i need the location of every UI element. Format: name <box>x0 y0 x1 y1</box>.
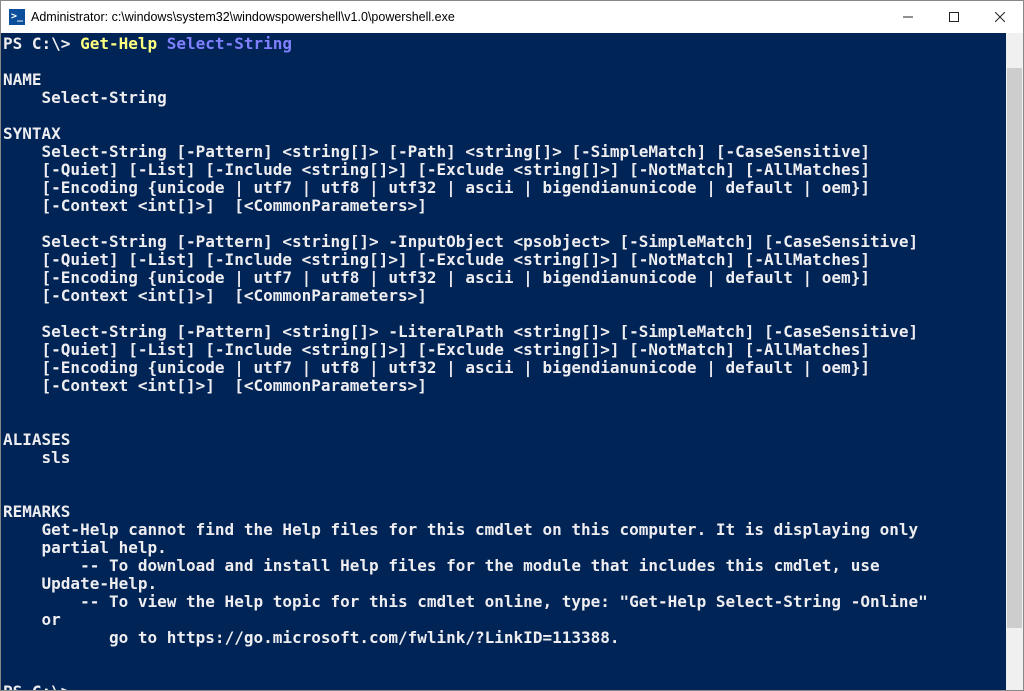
help-remarks-line: go to https://go.microsoft.com/fwlink/?L… <box>3 628 620 647</box>
help-syntax-line: [-Encoding {unicode | utf7 | utf8 | utf3… <box>3 268 870 287</box>
powershell-icon-glyph: >_ <box>11 12 23 22</box>
prompt-argument: Select-String <box>157 34 292 53</box>
titlebar[interactable]: >_ Administrator: c:\windows\system32\wi… <box>1 1 1023 33</box>
maximize-button[interactable] <box>931 1 977 33</box>
powershell-icon: >_ <box>9 9 25 25</box>
help-remarks-header: REMARKS <box>3 502 70 521</box>
help-syntax-line: [-Quiet] [-List] [-Include <string[]>] [… <box>3 160 870 179</box>
terminal-container: PS C:\> Get-Help Select-String NAME Sele… <box>1 33 1023 690</box>
help-name-header: NAME <box>3 70 42 89</box>
prompt-prefix: PS C:\> <box>3 34 80 53</box>
help-remarks-line: or <box>3 610 61 629</box>
prompt-prefix: PS C:\> <box>3 682 80 690</box>
powershell-window: >_ Administrator: c:\windows\system32\wi… <box>0 0 1024 691</box>
help-syntax-line: [-Context <int[]>] [<CommonParameters>] <box>3 376 427 395</box>
help-syntax-line: [-Context <int[]>] [<CommonParameters>] <box>3 196 427 215</box>
help-syntax-line: [-Encoding {unicode | utf7 | utf8 | utf3… <box>3 178 870 197</box>
help-syntax-line: [-Context <int[]>] [<CommonParameters>] <box>3 286 427 305</box>
help-syntax-line: Select-String [-Pattern] <string[]> [-Pa… <box>3 142 870 161</box>
help-remarks-line: -- To view the Help topic for this cmdle… <box>3 592 928 611</box>
help-remarks-line: Get-Help cannot find the Help files for … <box>3 520 918 539</box>
help-name-value: Select-String <box>3 88 167 107</box>
minimize-icon <box>903 12 913 22</box>
window-title: Administrator: c:\windows\system32\windo… <box>31 10 885 24</box>
help-syntax-line: [-Quiet] [-List] [-Include <string[]>] [… <box>3 340 870 359</box>
close-icon <box>995 12 1005 22</box>
window-controls <box>885 1 1023 33</box>
prompt-command: Get-Help <box>80 34 157 53</box>
close-button[interactable] <box>977 1 1023 33</box>
help-remarks-line: partial help. <box>3 538 167 557</box>
minimize-button[interactable] <box>885 1 931 33</box>
help-syntax-line: Select-String [-Pattern] <string[]> -Lit… <box>3 322 918 341</box>
help-remarks-line: Update-Help. <box>3 574 157 593</box>
help-syntax-line: [-Quiet] [-List] [-Include <string[]>] [… <box>3 250 870 269</box>
help-aliases-header: ALIASES <box>3 430 70 449</box>
terminal[interactable]: PS C:\> Get-Help Select-String NAME Sele… <box>1 33 1006 690</box>
help-syntax-header: SYNTAX <box>3 124 61 143</box>
help-remarks-line: -- To download and install Help files fo… <box>3 556 880 575</box>
help-syntax-line: [-Encoding {unicode | utf7 | utf8 | utf3… <box>3 358 870 377</box>
help-syntax-line: Select-String [-Pattern] <string[]> -Inp… <box>3 232 918 251</box>
scrollbar-thumb[interactable] <box>1007 68 1022 628</box>
help-aliases-value: sls <box>3 448 70 467</box>
maximize-icon <box>949 12 959 22</box>
vertical-scrollbar[interactable] <box>1006 33 1023 690</box>
